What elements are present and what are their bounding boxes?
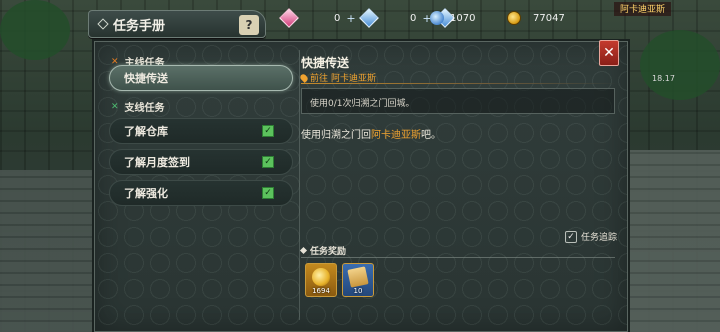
window-title: 任务手册 bbox=[113, 18, 166, 34]
checkbox-checked-icon: ✓ bbox=[262, 187, 274, 199]
castle-wall bbox=[0, 170, 95, 332]
add-icon[interactable]: + bbox=[346, 12, 355, 25]
resource-gold: 77047 bbox=[507, 8, 565, 28]
quest-panel: ✕ ✕ 主线任务 快捷传送 ✕ 支线任务 了解仓库 ✓ 了解月度签到 ✓ 了解强… bbox=[94, 40, 628, 332]
map-name-label: 阿卡迪亚斯 bbox=[614, 2, 672, 16]
rewards-heading: 任务奖励 bbox=[299, 244, 346, 257]
tree-sprite bbox=[0, 0, 70, 60]
quest-description: 使用归溯之门回阿卡迪亚斯吧。 bbox=[301, 130, 441, 141]
check-icon: ✓ bbox=[565, 230, 577, 243]
window-title-tab: 任务手册 ? bbox=[88, 10, 266, 38]
rewards-divider bbox=[301, 257, 615, 258]
section-marker-icon: ✕ bbox=[111, 101, 119, 112]
reward-slot-gold[interactable]: 1694 bbox=[305, 263, 337, 297]
quest-item-enhance[interactable]: 了解强化 ✓ bbox=[109, 180, 293, 206]
npc-help-icon[interactable]: ? bbox=[239, 15, 259, 35]
quest-item-warehouse[interactable]: 了解仓库 ✓ bbox=[109, 118, 293, 144]
level-readout: 18.17 bbox=[652, 74, 675, 83]
close-button[interactable]: ✕ bbox=[599, 40, 619, 66]
gold-coin-icon bbox=[507, 11, 521, 25]
blue-crystal-icon bbox=[358, 8, 379, 28]
resource-gem-a-count: 0 + bbox=[334, 8, 379, 28]
quest-title: 快捷传送 bbox=[301, 56, 350, 70]
castle-wall bbox=[625, 150, 720, 332]
scroll-icon bbox=[347, 266, 369, 288]
location-pin-icon bbox=[299, 72, 309, 83]
quest-track-toggle[interactable]: ✓ 任务追踪 bbox=[565, 230, 617, 243]
quest-objective: 使用0/1次归溯之门回城。 bbox=[301, 88, 615, 114]
title-underline bbox=[301, 83, 617, 84]
diamond-icon bbox=[97, 18, 109, 30]
quest-item-monthly-signin[interactable]: 了解月度签到 ✓ bbox=[109, 149, 293, 175]
quest-item-quick-teleport[interactable]: 快捷传送 bbox=[109, 65, 293, 91]
pink-gem-icon bbox=[279, 8, 299, 28]
gold-coin-icon bbox=[312, 268, 330, 286]
orb-icon bbox=[430, 11, 444, 25]
checkbox-checked-icon: ✓ bbox=[262, 125, 274, 137]
reward-slot-scroll[interactable]: 10 bbox=[342, 263, 374, 297]
column-divider bbox=[299, 50, 300, 320]
resource-orb: 1070 bbox=[430, 8, 475, 28]
side-quest-section: ✕ 支线任务 bbox=[111, 101, 165, 115]
close-icon: ✕ bbox=[603, 45, 615, 61]
tree-sprite bbox=[640, 30, 720, 100]
diamond-bullet-icon bbox=[299, 246, 308, 255]
resource-gem-a[interactable] bbox=[279, 8, 299, 28]
checkbox-checked-icon: ✓ bbox=[262, 156, 274, 168]
